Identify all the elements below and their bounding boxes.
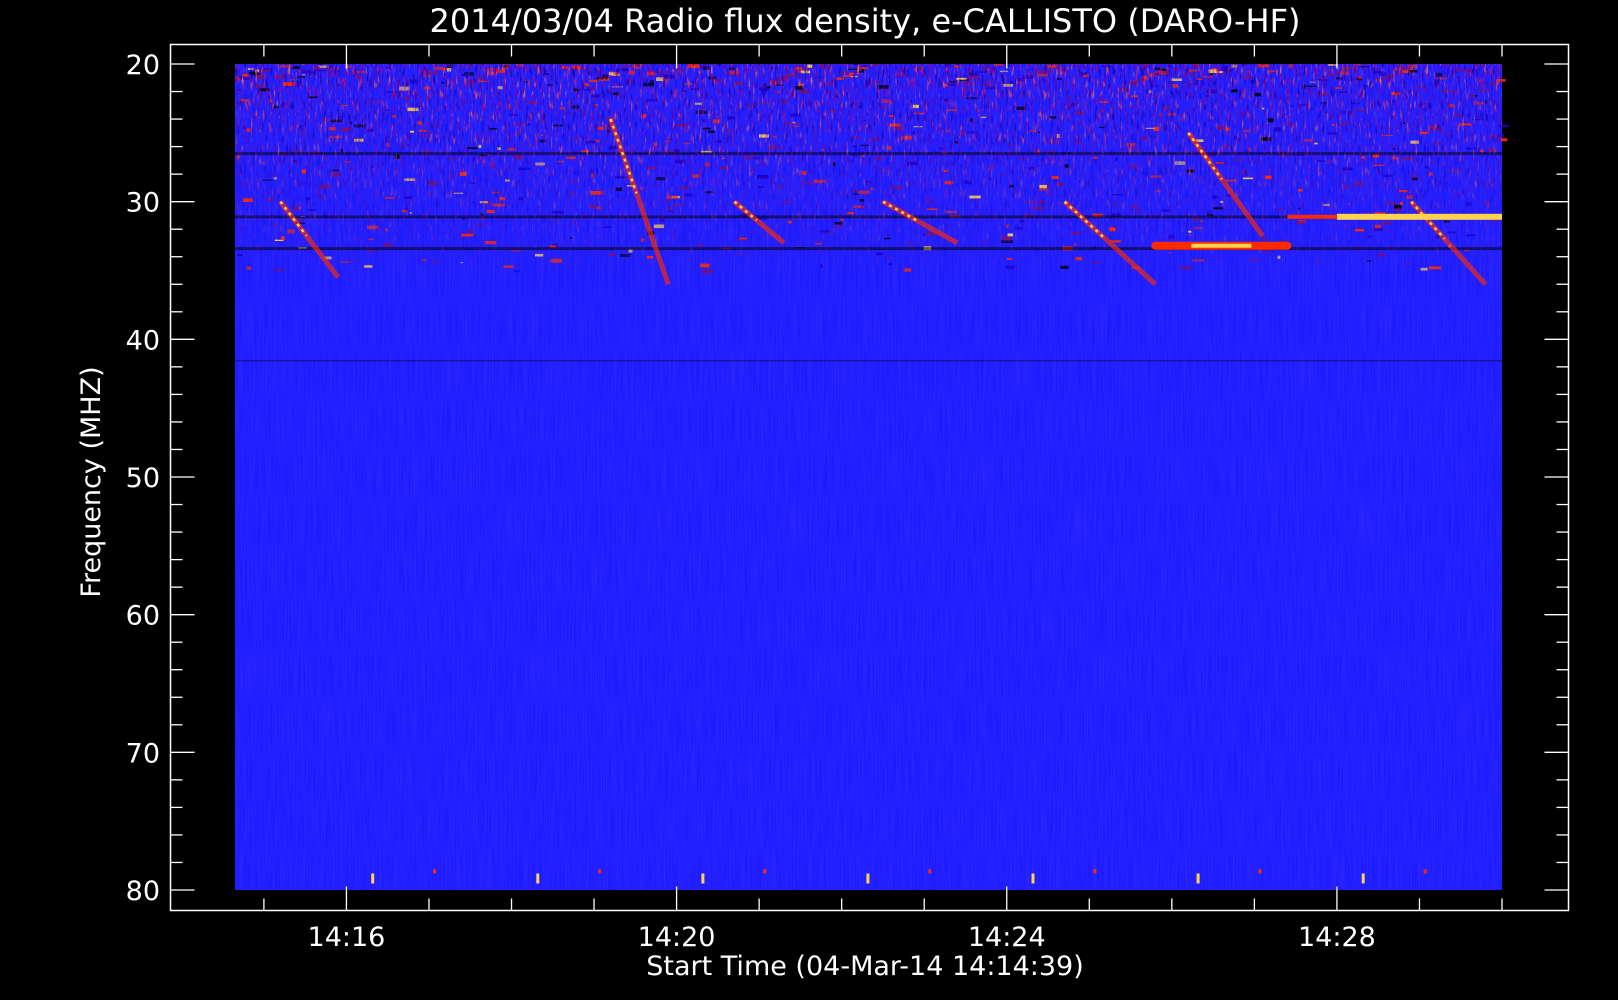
marker-pixel bbox=[1031, 873, 1035, 884]
marker-pixel bbox=[1361, 873, 1365, 884]
hot-spot-tail bbox=[1287, 214, 1337, 219]
marker-pixel bbox=[1258, 869, 1262, 874]
y-tick-label: 50 bbox=[126, 463, 160, 494]
absorption-lane bbox=[235, 360, 1502, 362]
marker-pixel bbox=[536, 873, 540, 884]
y-tick-label: 80 bbox=[126, 876, 160, 907]
hot-spot bbox=[1336, 213, 1502, 220]
marker-pixel bbox=[1093, 869, 1097, 874]
y-tick-label: 60 bbox=[126, 601, 160, 632]
marker-pixel bbox=[1423, 869, 1427, 874]
spectrogram-chart: 20 30 40 50 60 70 80 14:16 14:20 14:24 14:28 2014/… bbox=[76, 2, 1570, 982]
marker-pixel bbox=[433, 869, 437, 874]
y-tick-label: 30 bbox=[126, 188, 160, 219]
x-tick-label: 14:24 bbox=[968, 922, 1046, 953]
y-tick-label: 40 bbox=[126, 325, 160, 356]
x-tick-label: 14:16 bbox=[308, 922, 386, 953]
y-tick-label: 20 bbox=[126, 50, 160, 81]
chart-title: 2014/03/04 Radio flux density, e-CALLIST… bbox=[430, 2, 1301, 40]
marker-pixel bbox=[928, 869, 932, 874]
x-tick-label: 14:20 bbox=[638, 922, 716, 953]
y-tick-label: 70 bbox=[126, 738, 160, 769]
marker-pixel bbox=[371, 873, 375, 884]
marker-pixel bbox=[763, 869, 767, 874]
marker-pixel bbox=[701, 873, 705, 884]
marker-pixel bbox=[866, 873, 870, 884]
marker-pixel bbox=[598, 869, 602, 874]
y-axis-label: Frequency (MHZ) bbox=[76, 366, 107, 597]
rfi-texture bbox=[235, 64, 1502, 284]
hot-spot-core bbox=[1191, 243, 1252, 248]
x-axis-label: Start Time (04-Mar-14 14:14:39) bbox=[646, 951, 1084, 982]
marker-pixel bbox=[1196, 873, 1200, 884]
x-tick-label: 14:28 bbox=[1298, 922, 1376, 953]
